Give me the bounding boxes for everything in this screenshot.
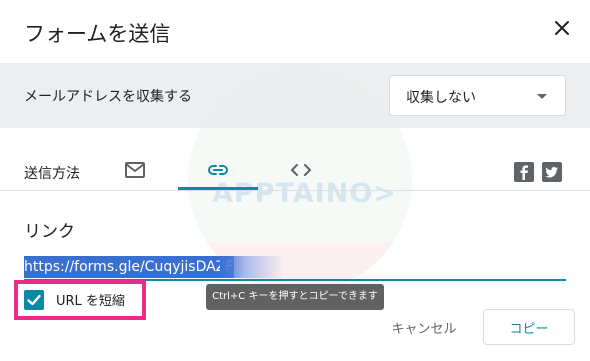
mail-icon <box>125 162 145 178</box>
url-field[interactable]: https://forms.gle/CuqyjisDAZF <box>24 256 566 281</box>
embed-code-icon <box>290 164 312 176</box>
url-selection-fade <box>220 256 284 278</box>
checkmark-icon <box>27 294 41 306</box>
dropdown-caret-icon <box>537 94 547 99</box>
share-facebook-button[interactable] <box>514 162 534 182</box>
cancel-button[interactable]: キャンセル <box>380 309 468 345</box>
copy-button[interactable]: コピー <box>483 309 575 345</box>
tabs-divider <box>0 190 590 191</box>
collect-email-select[interactable]: 収集しない <box>389 75 566 116</box>
tab-email[interactable] <box>115 150 155 190</box>
link-icon <box>208 165 228 175</box>
tab-embed[interactable] <box>281 150 321 190</box>
close-icon <box>555 21 569 35</box>
send-form-dialog: フォームを送信 メールアドレスを収集する 収集しない APPTAINO> 送信方… <box>0 0 590 361</box>
collect-email-label: メールアドレスを収集する <box>24 89 192 105</box>
facebook-icon <box>520 165 528 180</box>
tab-link[interactable] <box>198 150 238 190</box>
shorten-url-checkbox[interactable] <box>24 290 44 310</box>
link-heading: リンク <box>24 222 75 242</box>
close-button[interactable] <box>550 16 574 40</box>
copy-shortcut-tooltip: Ctrl+C キーを押すとコピーできます <box>206 284 384 310</box>
url-text[interactable]: https://forms.gle/CuqyjisDAZF <box>24 256 235 278</box>
dialog-title: フォームを送信 <box>24 22 171 46</box>
collect-email-select-value: 収集しない <box>406 90 476 106</box>
shorten-url-label: URL を短縮 <box>56 294 125 309</box>
send-method-label: 送信方法 <box>24 166 80 182</box>
share-twitter-button[interactable] <box>542 162 562 182</box>
twitter-icon <box>545 167 558 178</box>
